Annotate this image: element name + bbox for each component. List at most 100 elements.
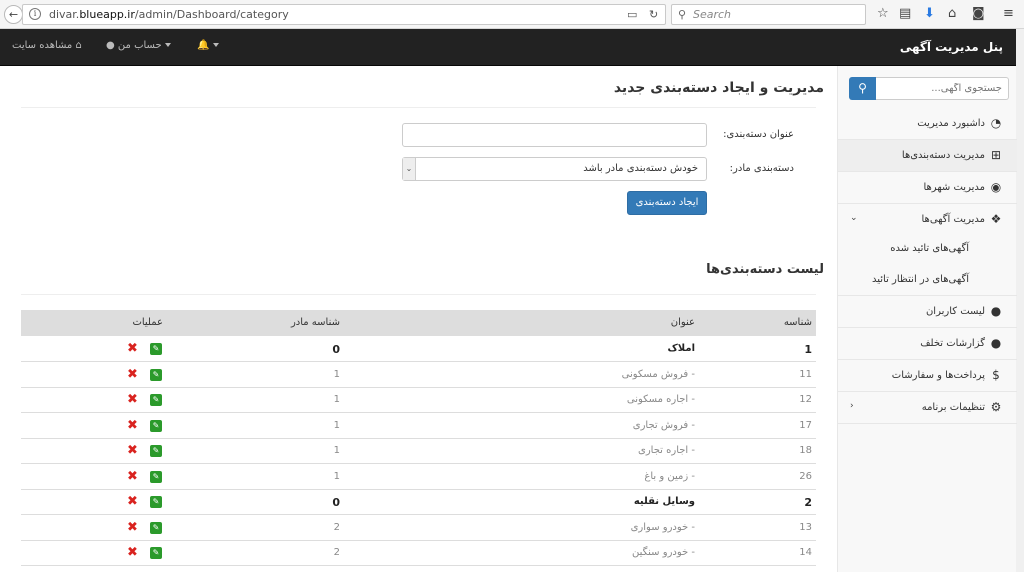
category-title-label: عنوان دسته‌بندی: <box>723 129 794 140</box>
scrollbar[interactable] <box>1016 29 1024 572</box>
browser-search-input[interactable]: ⚲ Search <box>671 4 866 25</box>
home-icon: ⌂ <box>75 40 82 51</box>
search-icon: ⚲ <box>678 8 687 21</box>
cell-id: 18 <box>799 445 812 456</box>
header-parent-id: شناسه مادر <box>290 317 340 328</box>
page-title: مدیریت و ایجاد دسته‌بندی جدید <box>613 80 824 96</box>
cell-id: 2 <box>804 496 812 509</box>
table-row: 17 - فروش تجاری 1 ✎ ✖ <box>21 414 816 439</box>
create-category-button[interactable]: ایجاد دسته‌بندی <box>627 191 707 215</box>
edit-icon[interactable]: ✎ <box>150 343 162 355</box>
sidebar-item-settings[interactable]: ⚙ تنظیمات برنامه ‹ <box>838 392 1017 424</box>
cell-parent-id: 1 <box>333 419 340 431</box>
dollar-icon: $ <box>992 368 1000 382</box>
sidebar-item-cities[interactable]: ◉ مدیریت شهرها <box>838 172 1017 204</box>
table-row: 14 - خودرو سنگین 2 ✎ ✖ <box>21 541 816 566</box>
table-row: 13 - خودرو سواری 2 ✎ ✖ <box>21 516 816 541</box>
sidebar-subitem-approved-ads[interactable]: آگهی‌های تائید شده <box>838 234 1017 264</box>
menu-icon[interactable]: ≡ <box>1003 6 1014 22</box>
cell-title: - زمین و باغ <box>644 470 695 482</box>
reload-icon[interactable]: ↻ <box>649 8 658 21</box>
caret-down-icon <box>164 43 171 47</box>
delete-icon[interactable]: ✖ <box>127 443 138 459</box>
search-button[interactable]: ⚲ <box>849 77 876 100</box>
delete-icon[interactable]: ✖ <box>127 469 138 485</box>
cell-parent-id: 0 <box>332 496 340 509</box>
edit-icon[interactable]: ✎ <box>150 394 162 406</box>
edit-icon[interactable]: ✎ <box>150 521 162 534</box>
home-icon[interactable]: ⌂ <box>948 6 956 22</box>
bookmarks-list-icon[interactable]: ▤ <box>899 6 911 22</box>
table-row: 1 املاک 0 ✎ ✖ <box>21 337 816 362</box>
sidebar-item-dashboard[interactable]: ◔ داشبورد مدیریت <box>838 108 1017 140</box>
address-bar[interactable]: i divar.blueapp.ir/admin/Dashboard/categ… <box>22 4 666 25</box>
header-id: شناسه <box>783 317 812 328</box>
notifications-dropdown[interactable]: 🔔 <box>197 40 219 51</box>
cell-id: 17 <box>799 419 812 431</box>
sidebar-item-ads[interactable]: ❖ مدیریت آگهی‌ها ⌄ <box>838 204 1017 236</box>
divider <box>21 107 816 108</box>
delete-icon[interactable]: ✖ <box>127 392 138 408</box>
map-marker-icon: ◉ <box>990 180 1002 194</box>
parent-category-label: دسته‌بندی مادر: <box>729 163 794 174</box>
edit-icon[interactable]: ✎ <box>150 496 162 508</box>
brand-title[interactable]: پنل مدیریت آگهی <box>900 40 1003 54</box>
cell-parent-id: 1 <box>333 368 340 380</box>
cubes-icon: ❖ <box>990 212 1002 226</box>
cell-id: 11 <box>799 368 812 380</box>
edit-icon[interactable]: ✎ <box>150 445 162 457</box>
sitemap-icon: ⊞ <box>990 148 1002 162</box>
table-row: 2 وسایل نقلیه 0 ✎ ✖ <box>21 490 816 515</box>
reader-view-icon[interactable]: ▭ <box>627 8 637 21</box>
delete-icon[interactable]: ✖ <box>127 367 138 383</box>
user-icon: ● <box>106 40 115 51</box>
account-dropdown[interactable]: حساب من ● <box>106 40 171 51</box>
delete-icon[interactable]: ✖ <box>127 418 138 434</box>
cell-title: - فروش تجاری <box>632 419 695 431</box>
table-header: شناسه عنوان شناسه مادر عملیات <box>21 310 816 336</box>
sidebar-item-payments[interactable]: $ پرداخت‌ها و سفارشات <box>838 360 1017 392</box>
cell-title: - اجاره مسکونی <box>626 394 695 405</box>
search-icon: ⚲ <box>858 81 867 95</box>
cell-title: املاک <box>667 343 695 354</box>
cell-id: 12 <box>799 394 812 405</box>
dashboard-icon: ◔ <box>990 116 1002 130</box>
category-title-input[interactable] <box>402 123 707 147</box>
sidebar-search-input[interactable] <box>876 77 1009 100</box>
sidebar-item-reports[interactable]: ● گزارشات تخلف <box>838 328 1017 360</box>
edit-icon[interactable]: ✎ <box>150 368 162 381</box>
info-icon[interactable]: i <box>29 8 41 20</box>
gear-icon: ⚙ <box>990 400 1002 414</box>
sidebar-item-categories[interactable]: ⊞ مدیریت دسته‌بندی‌ها <box>838 140 1017 172</box>
header-actions: عملیات <box>132 317 163 328</box>
delete-icon[interactable]: ✖ <box>127 520 138 536</box>
bookmark-star-icon[interactable]: ☆ <box>877 6 889 22</box>
edit-icon[interactable]: ✎ <box>150 419 162 432</box>
cell-title: وسایل نقلیه <box>633 496 695 507</box>
sidebar-subitem-pending-ads[interactable]: آگهی‌های در انتظار تائید <box>838 265 1017 296</box>
sidebar-search: ⚲ <box>849 77 1009 100</box>
cell-parent-id: 0 <box>332 343 340 356</box>
parent-category-select[interactable]: خودش دسته‌بندی مادر باشد ⌄ <box>402 157 707 181</box>
edit-icon[interactable]: ✎ <box>150 547 162 559</box>
delete-icon[interactable]: ✖ <box>127 341 138 357</box>
back-button[interactable]: ← <box>4 5 23 24</box>
cell-title: - خودرو سنگین <box>632 547 695 558</box>
pocket-icon[interactable]: ◙ <box>972 6 985 22</box>
sidebar: ⚲ ◔ داشبورد مدیریت ⊞ مدیریت دسته‌بندی‌ها… <box>837 66 1017 572</box>
download-icon[interactable]: ⬇ <box>924 6 935 22</box>
user-icon: ● <box>990 304 1002 318</box>
top-navbar: پنل مدیریت آگهی ⌂ مشاهده سایت حساب من ● … <box>0 29 1016 66</box>
delete-icon[interactable]: ✖ <box>127 545 138 561</box>
delete-icon[interactable]: ✖ <box>127 494 138 510</box>
cell-title: - خودرو سواری <box>630 521 695 533</box>
url-text: divar.blueapp.ir/admin/Dashboard/categor… <box>49 8 289 21</box>
sidebar-item-users[interactable]: ● لیست کاربران <box>838 296 1017 328</box>
cell-id: 1 <box>804 343 812 356</box>
cell-id: 13 <box>799 521 812 533</box>
view-site-link[interactable]: ⌂ مشاهده سایت <box>12 40 82 51</box>
cell-parent-id: 1 <box>333 470 340 482</box>
cell-parent-id: 2 <box>333 547 340 558</box>
edit-icon[interactable]: ✎ <box>150 470 162 483</box>
cell-parent-id: 2 <box>333 521 340 533</box>
